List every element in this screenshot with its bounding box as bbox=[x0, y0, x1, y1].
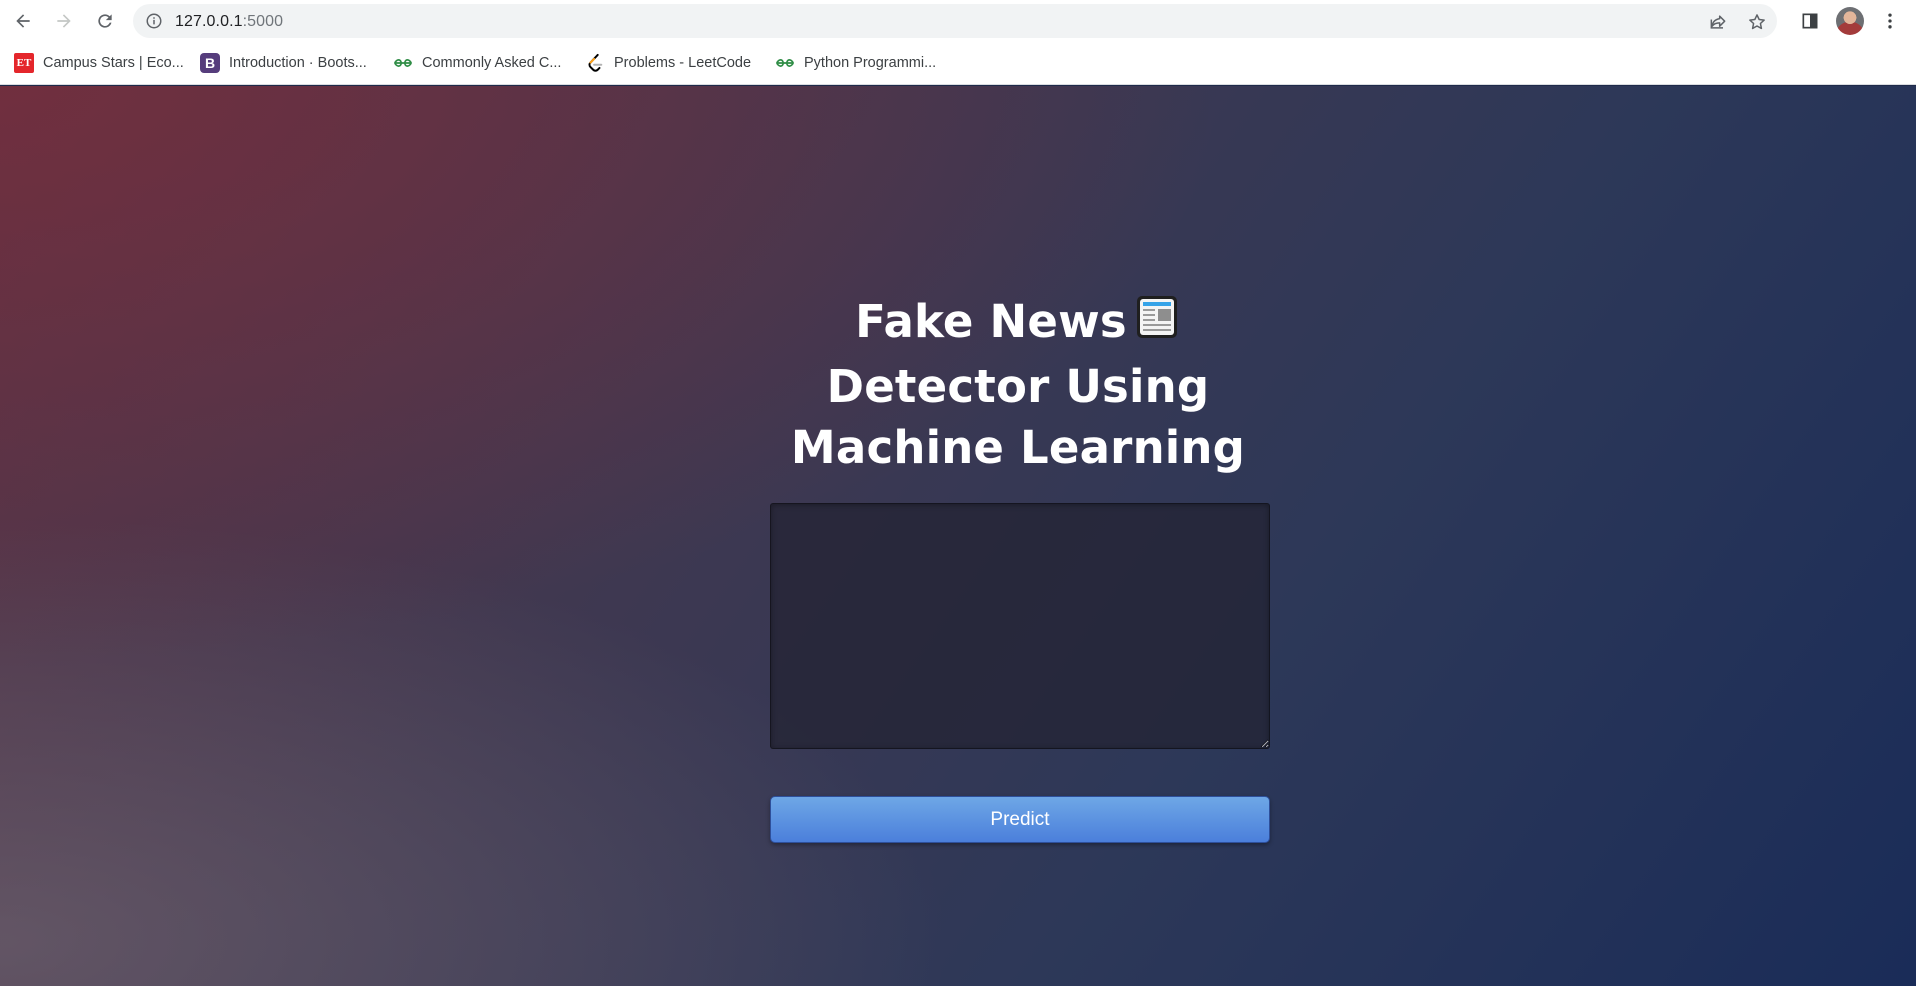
browser-toolbar: 127.0.0.1:5000 bbox=[0, 0, 1916, 42]
url-text: 127.0.0.1:5000 bbox=[175, 13, 284, 30]
reload-icon bbox=[98, 14, 112, 28]
bootstrap-logo-icon: B bbox=[200, 53, 220, 73]
predict-button[interactable]: Predict bbox=[770, 796, 1270, 843]
kebab-menu-icon bbox=[1888, 13, 1892, 29]
profile-avatar[interactable] bbox=[1836, 7, 1864, 35]
bookmark-label: Problems - LeetCode bbox=[614, 55, 752, 71]
info-icon[interactable] bbox=[145, 12, 163, 30]
bookmark-item[interactable]: Problems - LeetCode bbox=[585, 51, 751, 75]
page-body: Fake News Detector Using Machine Learnin… bbox=[0, 86, 1916, 986]
et-logo-icon: ET bbox=[14, 53, 34, 73]
bookmark-label: Campus Stars | Eco... bbox=[43, 55, 184, 71]
forward-button[interactable] bbox=[50, 7, 78, 35]
arrow-left-icon bbox=[16, 14, 30, 28]
title-line-1: Fake News bbox=[758, 291, 1278, 356]
menu-button[interactable] bbox=[1878, 9, 1902, 33]
geeksforgeeks-logo-icon bbox=[393, 53, 413, 73]
star-icon[interactable] bbox=[1747, 12, 1767, 32]
bookmarks-bar: ET Campus Stars | Eco... B Introduction … bbox=[0, 42, 1916, 85]
bookmark-item[interactable]: B Introduction · Boots... bbox=[200, 51, 367, 75]
page-title: Fake News Detector Using Machine Learnin… bbox=[758, 291, 1278, 478]
newspaper-icon bbox=[1133, 293, 1181, 356]
bookmark-label: Introduction · Boots... bbox=[229, 55, 367, 71]
title-line-3: Machine Learning bbox=[790, 421, 1246, 474]
leetcode-logo-icon bbox=[585, 53, 605, 73]
geeksforgeeks-logo-icon bbox=[775, 53, 795, 73]
arrow-right-icon bbox=[57, 14, 71, 28]
title-line-2: Detector Using bbox=[826, 360, 1210, 413]
bookmark-label: Commonly Asked C... bbox=[422, 55, 562, 71]
side-panel-icon bbox=[1802, 13, 1818, 29]
bookmark-item[interactable]: Commonly Asked C... bbox=[393, 51, 561, 75]
news-text-input[interactable] bbox=[770, 503, 1270, 749]
bookmark-label: Python Programmi... bbox=[804, 55, 937, 71]
reload-button[interactable] bbox=[91, 7, 119, 35]
bookmark-item[interactable]: ET Campus Stars | Eco... bbox=[14, 51, 184, 75]
side-panel-button[interactable] bbox=[1798, 9, 1822, 33]
bookmark-item[interactable]: Python Programmi... bbox=[775, 51, 936, 75]
address-bar[interactable]: 127.0.0.1:5000 bbox=[133, 4, 1777, 38]
share-icon[interactable] bbox=[1708, 12, 1728, 32]
back-button[interactable] bbox=[9, 7, 37, 35]
